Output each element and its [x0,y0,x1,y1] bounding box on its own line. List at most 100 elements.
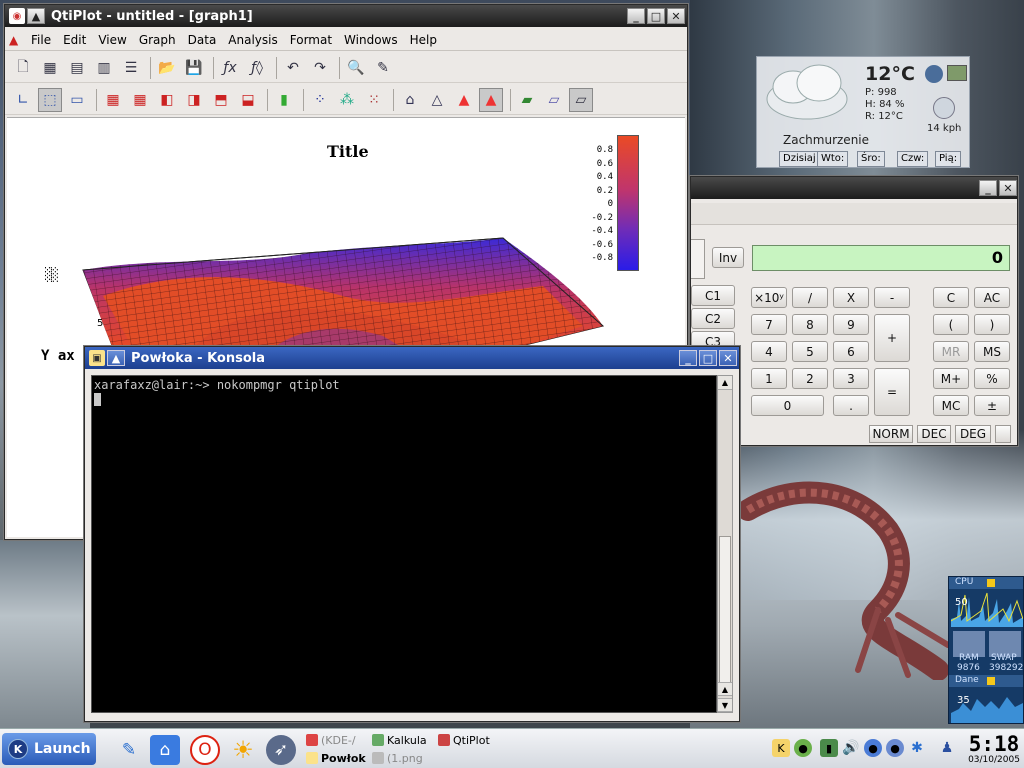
crosses-icon[interactable]: ⁙ [362,88,386,112]
new-matrix-icon[interactable]: ▤ [65,56,89,80]
new-project-icon[interactable]: 🗋 [11,56,35,80]
clock[interactable]: 5:18 03/10/2005 [966,733,1022,768]
polygon-fill-icon[interactable]: ▲ [452,88,476,112]
right-paren-button[interactable]: ) [974,314,1010,335]
close-button[interactable]: ✕ [999,180,1017,196]
weather-widget[interactable]: 12°C P: 998 H: 84 % R: 12°C 14 kph Zachm… [756,56,970,168]
close-button[interactable]: ✕ [667,8,685,24]
weather-day[interactable]: Dzisiaj [779,151,820,167]
opera-icon[interactable]: O [190,735,220,765]
menu-graph[interactable]: Graph [133,33,182,47]
new-note-icon[interactable]: ▥ [92,56,116,80]
open-icon[interactable]: 📂 [155,56,179,80]
konsole-window[interactable]: ▣ ▲ Powłoka - Konsola _ □ ✕ xarafaxz@lai… [84,346,740,722]
digit-2-button[interactable]: 2 [792,368,828,389]
system-monitor-widget[interactable]: CPU 50 RAM SWAP 9876 398292 Dane 35 [948,576,1024,724]
graph-window-icon[interactable]: ▲ [9,33,25,47]
menu-format[interactable]: Format [284,33,338,47]
terminal-output[interactable]: xarafaxz@lair:~> nokompmgr qtiplot [91,375,717,713]
scrollbar-thumb[interactable] [719,536,731,696]
resize-grip[interactable] [995,425,1011,443]
graph-title[interactable]: Title [327,142,369,161]
window-menu-button[interactable]: ▲ [27,8,45,24]
left-paren-button[interactable]: ( [933,314,969,335]
mode-norm-button[interactable]: NORM [869,425,913,443]
menu-data[interactable]: Data [182,33,223,47]
home-icon[interactable]: ⌂ [150,735,180,765]
points-icon[interactable]: ⁘ [308,88,332,112]
grid-ceiling-icon[interactable]: ⬒ [209,88,233,112]
menu-analysis[interactable]: Analysis [222,33,283,47]
digit-5-button[interactable]: 5 [792,341,828,362]
new-graph-icon[interactable]: ☰ [119,56,143,80]
color-scale-bar[interactable] [617,135,639,271]
decimal-button[interactable]: . [833,395,869,416]
multiply-button[interactable]: X [833,287,869,308]
exp-button[interactable]: ×10ʸ [751,287,787,308]
scroll-up-arrow-icon[interactable]: ▲ [718,682,732,696]
memory-recall-button[interactable]: MR [933,341,969,362]
memory-c2-button[interactable]: C2 [691,308,735,329]
frame-none-icon[interactable]: ▭ [65,88,89,112]
menu-view[interactable]: View [92,33,132,47]
digit-6-button[interactable]: 6 [833,341,869,362]
menu-edit[interactable]: Edit [57,33,92,47]
divide-button[interactable]: / [792,287,828,308]
plus-button[interactable]: + [874,314,910,362]
grid-back-icon[interactable]: ▦ [128,88,152,112]
add-function-icon[interactable]: ƒx [218,56,242,80]
user-icon[interactable]: ♟ [938,739,956,757]
digit-9-button[interactable]: 9 [833,314,869,335]
floor-iso-icon[interactable]: ▱ [542,88,566,112]
window-menu-button[interactable]: ▲ [107,350,125,366]
task-qtiplot[interactable]: QtiPlot [438,731,508,749]
minimize-button[interactable]: _ [627,8,645,24]
menu-help[interactable]: Help [404,33,443,47]
plus-minus-button[interactable]: ± [974,395,1010,416]
y-axis-label[interactable]: Y ax [41,348,75,364]
digit-8-button[interactable]: 8 [792,314,828,335]
task-konsole[interactable]: Powłok [306,749,368,767]
volume-icon[interactable]: 🔊 [842,739,860,757]
globe-icon[interactable] [925,65,943,83]
konqueror-icon[interactable]: ➶ [266,735,296,765]
memory-clear-button[interactable]: MC [933,395,969,416]
mode-dec-button[interactable]: DEC [917,425,951,443]
all-clear-button[interactable]: AC [974,287,1010,308]
equals-button[interactable]: = [874,368,910,416]
bars-icon[interactable]: ▮ [272,88,296,112]
hidden-line-icon[interactable]: △ [425,88,449,112]
add-3d-function-icon[interactable]: ƒ◊ [245,56,269,80]
task-calculator[interactable]: Kalkula [372,731,434,749]
minimize-button[interactable]: _ [979,180,997,196]
network-icon[interactable]: ● [794,739,812,757]
terminal-scrollbar[interactable]: ▲ ▲ ▼ [717,375,733,713]
percent-button[interactable]: % [974,368,1010,389]
memory-c1-button[interactable]: C1 [691,285,735,306]
weather-day[interactable]: Wto: [817,151,849,167]
qtiplot-app-icon[interactable]: ◉ [9,8,25,24]
weather-day[interactable]: Pią: [935,151,962,167]
memory-store-button[interactable]: MS [974,341,1010,362]
menu-file[interactable]: File [25,33,57,47]
preview-icon[interactable]: 🔍 [344,56,368,80]
sun-icon[interactable]: ☀ [228,735,258,765]
settings-gear-icon[interactable]: ✱ [908,739,926,757]
minimize-button[interactable]: _ [679,350,697,366]
task-image[interactable]: (1.png [372,749,434,767]
calculator-titlebar[interactable]: _ ✕ [691,177,1017,199]
grid-right-icon[interactable]: ◨ [182,88,206,112]
task-kde[interactable]: (KDE-/ [306,731,366,749]
grid-left-icon[interactable]: ◧ [155,88,179,112]
map-icon[interactable] [947,65,967,81]
redo-icon[interactable]: ↷ [308,56,332,80]
launch-button[interactable]: K Launch [2,733,96,765]
undo-icon[interactable]: ↶ [281,56,305,80]
weather-day[interactable]: Czw: [897,151,929,167]
minus-button[interactable]: - [874,287,910,308]
weather-day[interactable]: Śro: [857,151,885,167]
digit-1-button[interactable]: 1 [751,368,787,389]
battery-icon[interactable]: ▮ [820,739,838,757]
update-icon[interactable]: ● [886,739,904,757]
frame-box-icon[interactable]: ⬚ [38,87,62,112]
